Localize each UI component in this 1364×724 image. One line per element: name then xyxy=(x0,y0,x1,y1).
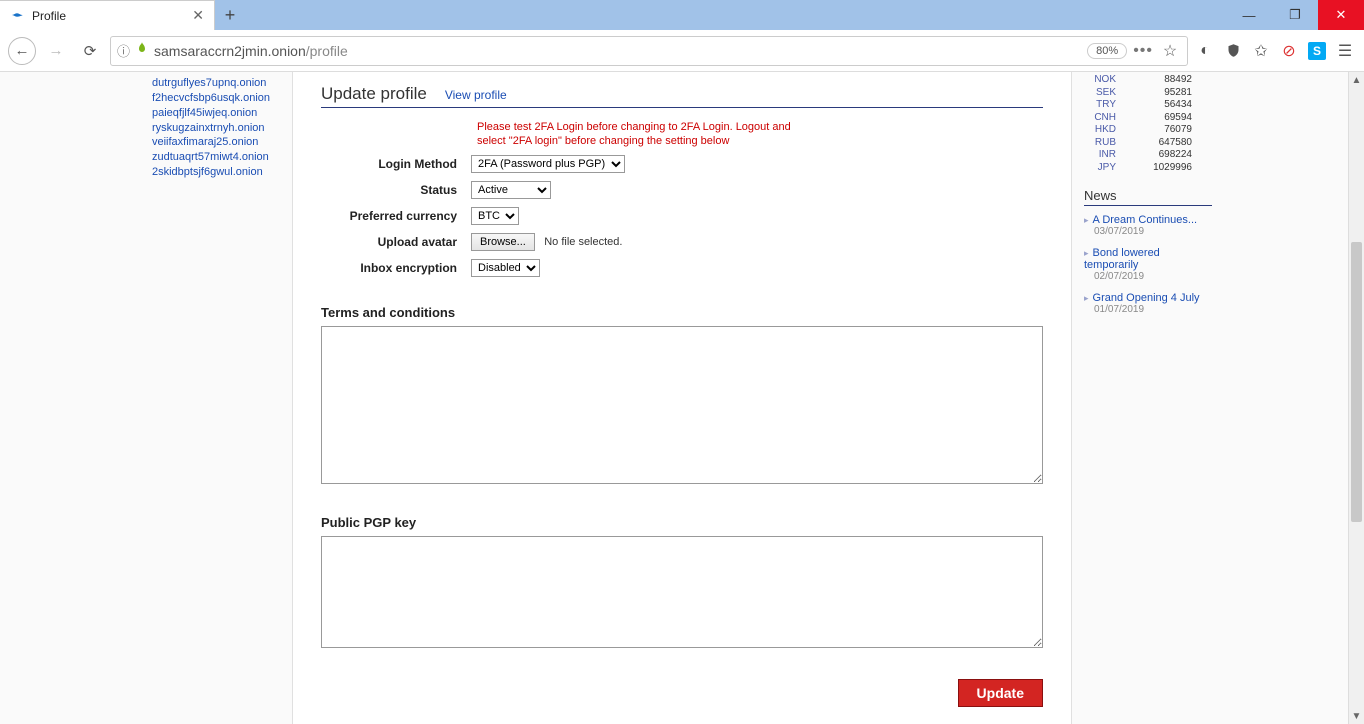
onion-icon xyxy=(136,42,148,59)
mirror-link[interactable]: f2hecvcfsbp6usqk.onion xyxy=(152,91,292,106)
exchange-rates: NOK88492 SEK95281 TRY56434 CNH69594 HKD7… xyxy=(1084,74,1212,174)
field-login-method: Login Method 2FA (Password plus PGP) xyxy=(321,155,1043,173)
tab-title: Profile xyxy=(32,9,192,23)
scroll-thumb[interactable] xyxy=(1351,242,1362,522)
block-icon[interactable]: ⊘ xyxy=(1278,40,1300,62)
field-currency: Preferred currency BTC xyxy=(321,207,1043,225)
right-sidebar: NOK88492 SEK95281 TRY56434 CNH69594 HKD7… xyxy=(1072,72,1212,724)
nav-back-button[interactable]: ← xyxy=(8,37,36,65)
rate-row: NOK88492 xyxy=(1084,74,1212,87)
new-tab-button[interactable]: + xyxy=(215,0,245,30)
login-method-select[interactable]: 2FA (Password plus PGP) xyxy=(471,155,625,173)
shield-icon[interactable] xyxy=(1222,40,1244,62)
window-close-button[interactable]: ✕ xyxy=(1318,0,1364,30)
rate-row: CNH69594 xyxy=(1084,112,1212,125)
field-label: Preferred currency xyxy=(321,209,471,223)
field-status: Status Active xyxy=(321,181,1043,199)
terms-heading: Terms and conditions xyxy=(321,305,1043,320)
site-info-icon[interactable]: ⓘ xyxy=(117,41,130,60)
status-select[interactable]: Active xyxy=(471,181,551,199)
app-menu-icon[interactable]: ☰ xyxy=(1334,40,1356,62)
field-label: Upload avatar xyxy=(321,235,471,249)
news-date: 01/07/2019 xyxy=(1094,304,1212,315)
mirror-link[interactable]: zudtuaqrt57miwt4.onion xyxy=(152,150,292,165)
window-controls: — ❐ ✕ xyxy=(1226,0,1364,30)
window-maximize-button[interactable]: ❐ xyxy=(1272,0,1318,30)
rate-row: JPY1029996 xyxy=(1084,162,1212,175)
bookmark-star-icon[interactable]: ☆ xyxy=(1159,40,1181,62)
noscript-icon[interactable]: ◐ xyxy=(1194,40,1216,62)
url-text: samsaraccrn2jmin.onion/profile xyxy=(154,43,1081,59)
page-actions-icon[interactable]: ••• xyxy=(1133,42,1153,60)
window-titlebar: Profile ✕ + — ❐ ✕ xyxy=(0,0,1364,30)
bullet-icon: ▸ xyxy=(1084,248,1089,258)
inbox-encryption-select[interactable]: Disabled xyxy=(471,259,540,277)
page-title: Update profile xyxy=(321,84,427,104)
sidebar-mirrors: dutrguflyes7upnq.onion f2hecvcfsbp6usqk.… xyxy=(152,72,292,724)
news-item: ▸ A Dream Continues... 03/07/2019 xyxy=(1084,214,1212,237)
tab-close-icon[interactable]: ✕ xyxy=(192,7,204,24)
mirror-link[interactable]: dutrguflyes7upnq.onion xyxy=(152,76,292,91)
mirror-link[interactable]: ryskugzainxtrnyh.onion xyxy=(152,121,292,136)
pgp-textarea[interactable] xyxy=(321,536,1043,648)
currency-select[interactable]: BTC xyxy=(471,207,519,225)
rate-row: RUB647580 xyxy=(1084,137,1212,150)
avatar-browse-button[interactable]: Browse... xyxy=(471,233,535,251)
field-avatar: Upload avatar Browse... No file selected… xyxy=(321,233,1043,251)
window-minimize-button[interactable]: — xyxy=(1226,0,1272,30)
news-date: 02/07/2019 xyxy=(1094,271,1212,282)
vertical-scrollbar[interactable]: ▲ ▼ xyxy=(1348,72,1364,724)
rate-row: INR698224 xyxy=(1084,149,1212,162)
rate-row: SEK95281 xyxy=(1084,87,1212,100)
news-heading: News xyxy=(1084,188,1212,206)
browser-toolbar: ← → ⟳ ⓘ samsaraccrn2jmin.onion/profile 8… xyxy=(0,30,1364,72)
view-profile-link[interactable]: View profile xyxy=(445,88,507,102)
page-header: Update profile View profile xyxy=(321,84,1043,108)
avatar-nofile-text: No file selected. xyxy=(544,236,622,248)
news-item: ▸Bond lowered temporarily 02/07/2019 xyxy=(1084,247,1212,282)
bullet-icon: ▸ xyxy=(1084,215,1089,225)
news-item: ▸ Grand Opening 4 July 01/07/2019 xyxy=(1084,292,1212,315)
rate-row: HKD76079 xyxy=(1084,124,1212,137)
tab-favicon xyxy=(10,8,26,24)
page-viewport: dutrguflyes7upnq.onion f2hecvcfsbp6usqk.… xyxy=(0,72,1364,724)
scroll-down-icon[interactable]: ▼ xyxy=(1349,708,1364,724)
nav-reload-button[interactable]: ⟳ xyxy=(76,37,104,65)
browser-tab[interactable]: Profile ✕ xyxy=(0,0,215,30)
skype-icon[interactable]: S xyxy=(1306,40,1328,62)
field-label: Inbox encryption xyxy=(321,261,471,275)
field-label: Status xyxy=(321,183,471,197)
field-label: Login Method xyxy=(321,157,471,171)
mirror-link[interactable]: veiifaxfimaraj25.onion xyxy=(152,135,292,150)
url-bar[interactable]: ⓘ samsaraccrn2jmin.onion/profile 80% •••… xyxy=(110,36,1188,66)
rate-row: TRY56434 xyxy=(1084,99,1212,112)
news-link[interactable]: A Dream Continues... xyxy=(1093,214,1198,226)
zoom-indicator[interactable]: 80% xyxy=(1087,43,1127,59)
nav-forward-button[interactable]: → xyxy=(42,37,70,65)
mirror-link[interactable]: paieqfjlf45iwjeq.onion xyxy=(152,106,292,121)
mirror-link[interactable]: 2skidbptsjf6gwul.onion xyxy=(152,165,292,180)
terms-textarea[interactable] xyxy=(321,326,1043,484)
two-fa-warning: Please test 2FA Login before changing to… xyxy=(477,120,807,149)
library-icon[interactable]: ✩ xyxy=(1250,40,1272,62)
update-button[interactable]: Update xyxy=(958,679,1043,707)
pgp-heading: Public PGP key xyxy=(321,515,1043,530)
scroll-up-icon[interactable]: ▲ xyxy=(1349,72,1364,88)
news-link[interactable]: Grand Opening 4 July xyxy=(1093,292,1200,304)
news-link[interactable]: Bond lowered temporarily xyxy=(1084,247,1160,271)
main-content: Update profile View profile Please test … xyxy=(292,72,1072,724)
news-date: 03/07/2019 xyxy=(1094,226,1212,237)
field-inbox-encryption: Inbox encryption Disabled xyxy=(321,259,1043,277)
bullet-icon: ▸ xyxy=(1084,293,1089,303)
